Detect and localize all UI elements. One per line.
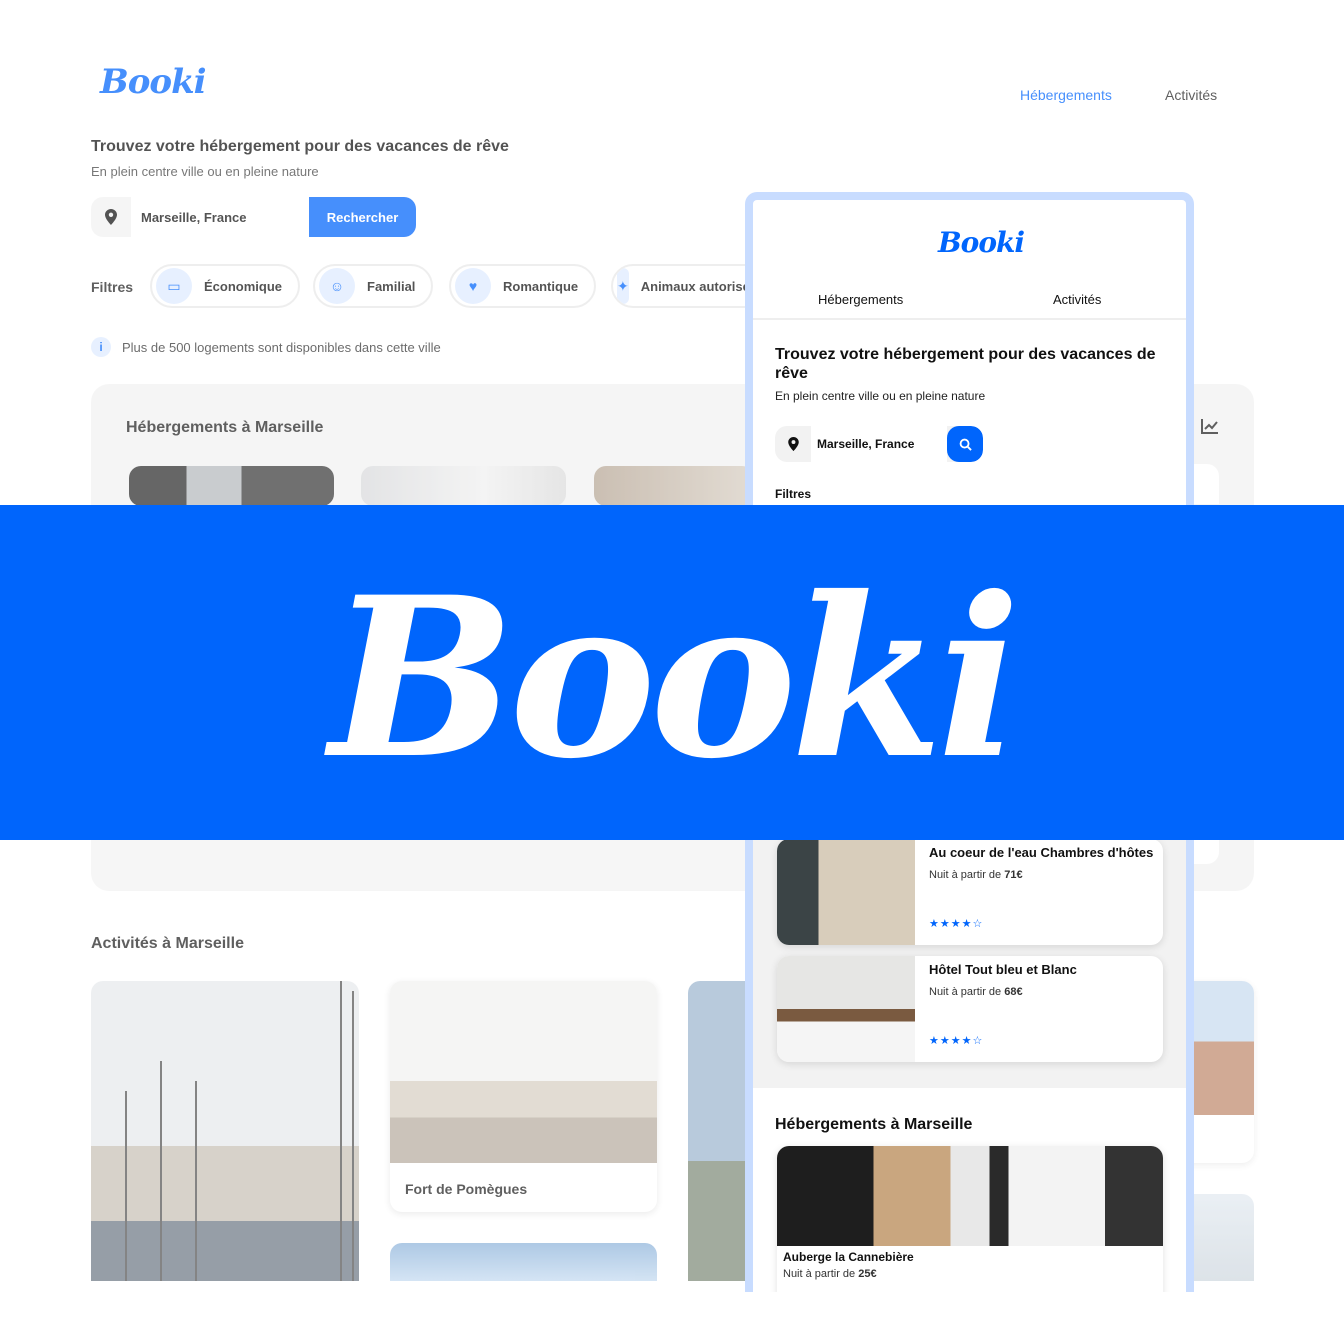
sailboat-masts: [125, 981, 354, 1281]
heart-icon: ♥: [455, 268, 491, 304]
info-text: Plus de 500 logements sont disponibles d…: [122, 339, 441, 355]
mobile-feature-card[interactable]: Auberge la Cannebière Nuit à partir de 2…: [777, 1146, 1163, 1292]
accommodation-thumb[interactable]: [129, 466, 334, 506]
activity-card-sky[interactable]: [390, 1243, 657, 1281]
hero-subtitle: En plein centre ville ou en pleine natur…: [91, 164, 319, 179]
search-icon: [959, 438, 972, 451]
search-input[interactable]: Marseille, France: [131, 197, 309, 237]
mobile-tab-activities[interactable]: Activités: [1053, 292, 1101, 307]
nav-accommodations[interactable]: Hébergements: [1020, 87, 1112, 103]
rating-stars-icon: ★★★★☆: [929, 1035, 984, 1047]
filter-label: Familial: [367, 278, 416, 294]
location-pin-icon: [775, 426, 811, 462]
mobile-hero-subtitle: En plein centre ville ou en pleine natur…: [775, 389, 986, 403]
child-icon: ☺: [319, 268, 355, 304]
search-button[interactable]: Rechercher: [309, 197, 416, 237]
filter-label: Économique: [204, 278, 283, 294]
filter-romantique[interactable]: ♥ Romantique: [449, 264, 597, 308]
accommodations-title: Hébergements à Marseille: [126, 419, 324, 436]
filter-economique[interactable]: ▭ Économique: [150, 264, 301, 308]
accommodation-thumb[interactable]: [361, 466, 566, 506]
mobile-hero-title: Trouvez votre hébergement pour des vacan…: [775, 346, 1156, 382]
hero-title: Trouvez votre hébergement pour des vacan…: [91, 138, 509, 155]
activity-card-coast[interactable]: [688, 981, 748, 1281]
feature-image: [777, 1146, 1163, 1246]
filter-familial[interactable]: ☺ Familial: [313, 264, 434, 308]
money-icon: ▭: [156, 268, 192, 304]
mobile-card-price: Nuit à partir de 71€: [929, 869, 1023, 881]
filters-label: Filtres: [91, 279, 134, 295]
mobile-card-title: Au coeur de l'eau Chambres d'hôtes: [929, 845, 1154, 860]
mobile-search-input[interactable]: Marseille, France: [811, 426, 947, 462]
info-icon: i: [91, 337, 111, 357]
rating-stars-icon: ★★★★☆: [929, 918, 984, 930]
accommodation-thumb[interactable]: [594, 466, 754, 506]
activity-label: Fort de Pomègues: [405, 1181, 528, 1197]
banner-logo: Booki: [329, 547, 1020, 807]
dog-icon: ✦: [617, 268, 629, 304]
brand-banner: Booki: [0, 505, 1344, 840]
activity-card-town[interactable]: [1186, 981, 1254, 1163]
nav-activities[interactable]: Activités: [1165, 87, 1217, 103]
activity-card-fort[interactable]: Fort de Pomègues: [390, 981, 657, 1212]
mobile-section-title: Hébergements à Marseille: [775, 1116, 973, 1133]
activity-card-church[interactable]: [1186, 1194, 1254, 1281]
feature-price: Nuit à partir de 25€: [783, 1268, 877, 1280]
mobile-card[interactable]: Au coeur de l'eau Chambres d'hôtes Nuit …: [777, 839, 1163, 945]
activity-card-port[interactable]: [91, 981, 359, 1281]
activities-title: Activités à Marseille: [91, 935, 244, 952]
mobile-tabs: Hébergements Activités: [753, 292, 1186, 320]
filter-label: Animaux autorisés: [640, 278, 758, 294]
mobile-card-thumb: [777, 839, 915, 945]
mobile-card-price: Nuit à partir de 68€: [929, 986, 1023, 998]
mobile-logo[interactable]: Booki: [938, 226, 1025, 259]
logo[interactable]: Booki: [100, 62, 207, 102]
mobile-search-bar: Marseille, France: [775, 426, 983, 462]
mobile-filters-label: Filtres: [775, 487, 812, 501]
info-row: i Plus de 500 logements sont disponibles…: [91, 337, 441, 357]
mobile-card-title: Hôtel Tout bleu et Blanc: [929, 962, 1077, 977]
mobile-tab-accommodations[interactable]: Hébergements: [818, 292, 903, 307]
feature-title: Auberge la Cannebière: [783, 1250, 914, 1264]
trend-icon[interactable]: [1201, 418, 1219, 439]
search-bar: Marseille, France Rechercher: [91, 197, 416, 237]
mobile-card[interactable]: Hôtel Tout bleu et Blanc Nuit à partir d…: [777, 956, 1163, 1062]
fort-image: [390, 981, 657, 1163]
mobile-search-button[interactable]: [947, 426, 983, 462]
filter-label: Romantique: [503, 278, 579, 294]
mobile-card-thumb: [777, 956, 915, 1062]
location-pin-icon: [91, 197, 131, 237]
